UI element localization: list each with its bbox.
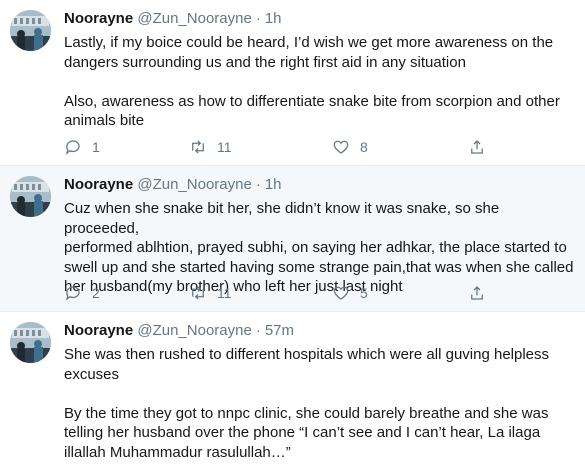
speech-bubble-icon: [65, 140, 80, 155]
timestamp[interactable]: 1h: [265, 176, 282, 193]
separator-dot: ·: [255, 322, 261, 339]
tweet-paragraph: By the time they got to nnpc clinic, she…: [64, 404, 549, 461]
separator-dot: ·: [255, 176, 261, 193]
tweet-paragraph: Lastly, if my boice could be heard, I’d …: [64, 34, 554, 71]
like-count: 8: [360, 139, 368, 155]
speech-bubble-icon: [65, 286, 80, 301]
like-count: 5: [360, 285, 368, 301]
user-handle[interactable]: @Zun_Noorayne: [137, 10, 251, 27]
timestamp[interactable]: 1h: [265, 10, 282, 27]
share-upload-icon: [471, 286, 483, 300]
display-name[interactable]: Noorayne: [64, 322, 133, 339]
tweet[interactable]: Noorayne @Zun_Noorayne · 1h Cuz when she s…: [0, 166, 585, 312]
share-upload-icon: [471, 140, 483, 154]
tweet[interactable]: Noorayne @Zun_Noorayne · 57m She was then …: [0, 312, 585, 464]
avatar[interactable]: [10, 322, 51, 363]
user-handle[interactable]: @Zun_Noorayne: [137, 176, 251, 193]
reply-count: 2: [92, 285, 100, 301]
retweet-button[interactable]: 11: [189, 137, 232, 157]
reply-button[interactable]: 2: [64, 283, 100, 303]
tweet-paragraph: Cuz when she snake bit her, she didn’t k…: [64, 200, 574, 295]
tweet-header: Noorayne @Zun_Noorayne · 57m: [64, 321, 294, 341]
user-handle[interactable]: @Zun_Noorayne: [137, 322, 251, 339]
retweet-arrows-icon: [192, 286, 204, 300]
display-name[interactable]: Noorayne: [64, 10, 133, 27]
tweet-paragraph: She was then rushed to different hospita…: [64, 346, 550, 383]
separator-dot: ·: [255, 10, 261, 27]
tweet-text: Cuz when she snake bit her, she didn’t k…: [64, 199, 576, 297]
tweet[interactable]: Noorayne @Zun_Noorayne · 1h Lastly, if my …: [0, 0, 585, 166]
heart-icon: [333, 140, 349, 154]
tweet-header: Noorayne @Zun_Noorayne · 1h: [64, 175, 282, 195]
avatar[interactable]: [10, 10, 51, 51]
tweet-text: Lastly, if my boice could be heard, I’d …: [64, 33, 576, 131]
timestamp[interactable]: 57m: [265, 322, 294, 339]
tweet-actions: 1 11 8: [64, 137, 504, 157]
reply-button[interactable]: 1: [64, 137, 100, 157]
display-name[interactable]: Noorayne: [64, 176, 133, 193]
reply-count: 1: [92, 139, 100, 155]
retweet-arrows-icon: [192, 140, 204, 154]
avatar[interactable]: [10, 176, 51, 217]
share-button[interactable]: [468, 137, 486, 157]
share-button[interactable]: [468, 283, 486, 303]
retweet-count: 11: [217, 285, 232, 301]
tweet-actions: 2 11 5: [64, 283, 504, 303]
tweet-header: Noorayne @Zun_Noorayne · 1h: [64, 9, 282, 29]
tweet-text: She was then rushed to different hospita…: [64, 345, 576, 462]
like-button[interactable]: 8: [332, 137, 368, 157]
retweet-count: 11: [217, 139, 232, 155]
retweet-button[interactable]: 11: [189, 283, 232, 303]
like-button[interactable]: 5: [332, 283, 368, 303]
heart-icon: [333, 286, 349, 300]
tweet-paragraph: Also, awareness as how to differentiate …: [64, 92, 560, 130]
